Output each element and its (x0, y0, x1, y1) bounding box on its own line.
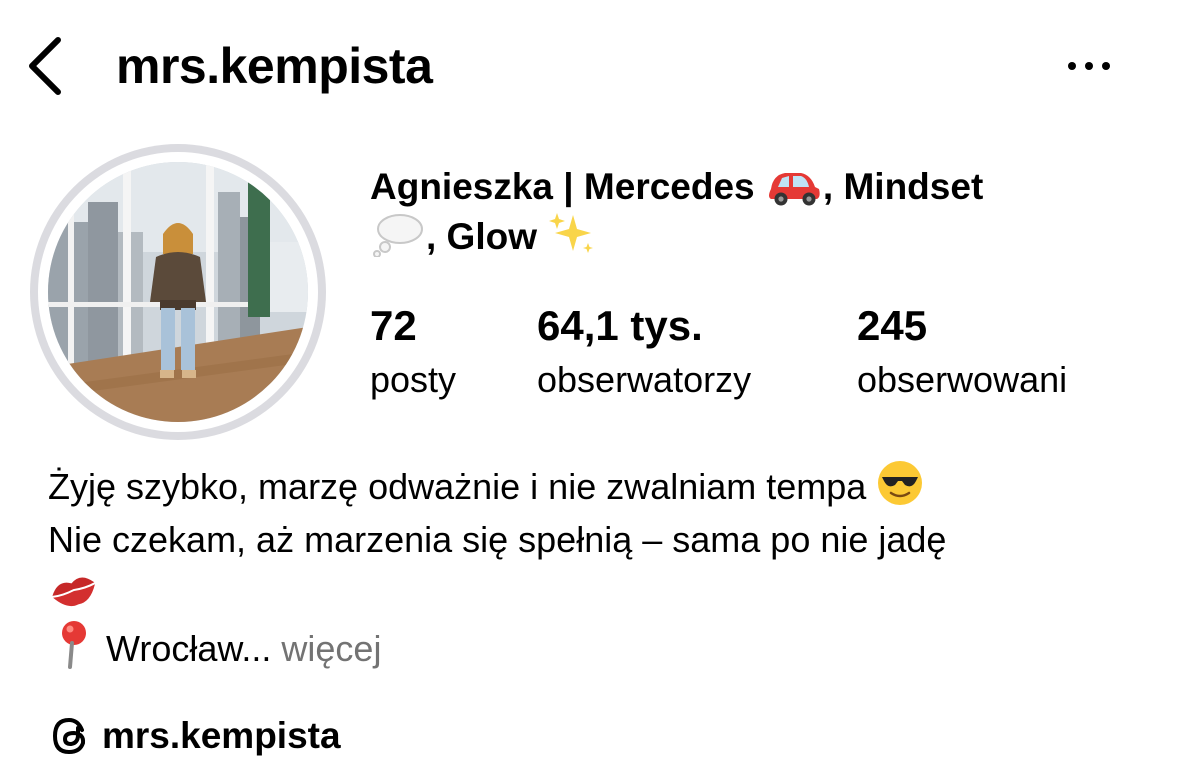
profile-photo (48, 162, 308, 422)
stat-label: obserwowani (857, 359, 1068, 400)
bio-line-1: Żyję szybko, marzę odważnie i nie zwalni… (48, 459, 1158, 513)
stat-value: 245 (857, 302, 928, 349)
dot (1102, 62, 1110, 70)
stat-following[interactable]: 245 obserwowani (857, 298, 1067, 406)
thought-balloon-icon (373, 214, 423, 257)
avatar[interactable] (48, 162, 308, 422)
full-name-text: , Mindset (822, 166, 984, 207)
bio-line-2: Nie czekam, aż marzenia się spełnią – sa… (48, 519, 947, 560)
full-name-text: Agnieszka | Mercedes (370, 166, 765, 207)
bio-more-link[interactable]: więcej (281, 628, 381, 669)
stat-followers[interactable]: 64,1 tys. obserwatorzy (537, 298, 751, 406)
chevron-left-icon (29, 37, 61, 95)
bio-text: Żyję szybko, marzę odważnie i nie zwalni… (48, 466, 877, 507)
profile-bio: Żyję szybko, marzę odważnie i nie zwalni… (48, 459, 1158, 675)
dot (1068, 62, 1076, 70)
back-button[interactable] (22, 30, 70, 102)
more-options-button[interactable] (1068, 48, 1124, 84)
sunglasses-face-icon (878, 461, 923, 505)
bio-line-3 (48, 566, 1158, 619)
threads-link[interactable]: mrs.kempista (48, 706, 341, 766)
bio-line-4: Wrocław... więcej (48, 619, 1158, 675)
stat-posts[interactable]: 72 posty (370, 298, 456, 406)
round-pushpin-icon (62, 621, 86, 669)
threads-icon (52, 717, 86, 755)
red-car-icon (768, 173, 820, 206)
page-title: mrs.kempista (116, 38, 433, 94)
stat-value: 64,1 tys. (537, 302, 703, 349)
bio-location: Wrocław... (106, 628, 272, 669)
profile-full-name: Agnieszka | Mercedes , Mindset , Glow (370, 162, 1150, 261)
stat-label: obserwatorzy (537, 359, 752, 400)
sparkles-icon (549, 213, 594, 253)
stat-label: posty (370, 359, 457, 400)
kiss-mark-icon (52, 577, 95, 607)
dot (1085, 62, 1093, 70)
stat-value: 72 (370, 302, 417, 349)
full-name-text: , Glow (426, 216, 548, 257)
threads-handle: mrs.kempista (102, 715, 341, 756)
